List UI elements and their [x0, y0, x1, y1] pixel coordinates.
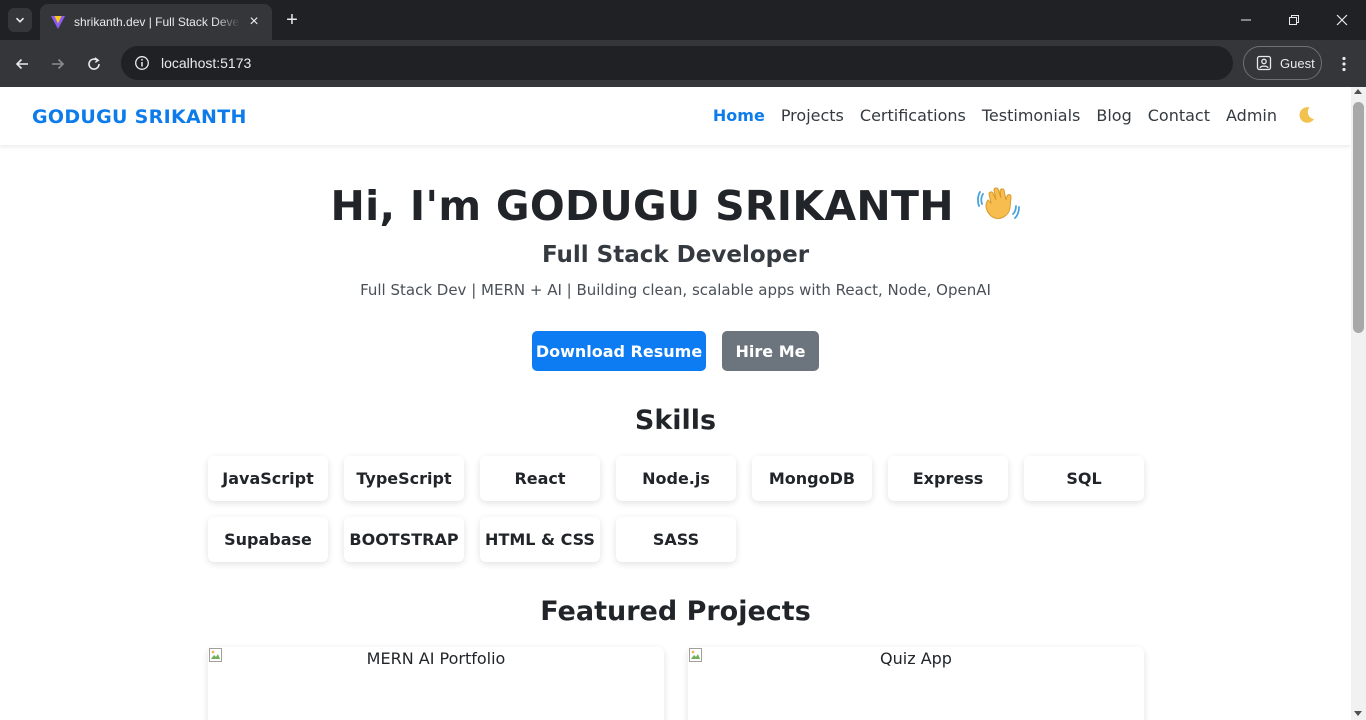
skill-card: BOOTSTRAP	[344, 517, 464, 562]
reload-icon	[88, 57, 100, 70]
close-icon	[1336, 14, 1348, 26]
browser-toolbar: localhost:5173 Guest	[0, 40, 1366, 87]
skill-card: TypeScript	[344, 456, 464, 501]
scroll-up-arrow-icon[interactable]	[1354, 89, 1362, 94]
site-brand[interactable]: GODUGU SRIKANTH	[32, 106, 247, 128]
project-image-alt: Quiz App	[880, 649, 952, 668]
restore-button[interactable]	[1270, 0, 1318, 40]
nav-link-admin[interactable]: Admin	[1226, 106, 1277, 125]
featured-projects-heading: Featured Projects	[540, 596, 811, 627]
project-image-alt: MERN AI Portfolio	[366, 649, 506, 668]
project-image: MERN AI Portfolio	[208, 647, 664, 673]
close-window-button[interactable]	[1318, 0, 1366, 40]
browser-tab-active[interactable]: shrikanth.dev | Full Stack Developer ×	[40, 4, 272, 40]
site-info-icon[interactable]	[131, 52, 153, 74]
skills-heading: Skills	[634, 405, 717, 436]
browser-tab-bar: shrikanth.dev | Full Stack Developer × +	[0, 0, 1366, 40]
hero-title-text: Hi, I'm GODUGU SRIKANTH	[330, 182, 954, 230]
window-controls	[1222, 0, 1366, 40]
guest-profile-icon	[1256, 55, 1272, 71]
profile-label: Guest	[1280, 55, 1315, 71]
moon-icon	[1299, 107, 1314, 123]
nav-link-contact[interactable]: Contact	[1148, 106, 1210, 125]
scroll-down-arrow-icon[interactable]	[1354, 711, 1362, 716]
hero-subtitle: Full Stack Developer	[541, 242, 810, 268]
nav-link-blog[interactable]: Blog	[1096, 106, 1131, 125]
hero-title: Hi, I'm GODUGU SRIKANTH	[0, 182, 1351, 236]
nav-link-testimonials[interactable]: Testimonials	[982, 106, 1081, 125]
site-navbar: GODUGU SRIKANTH Home Projects Certificat…	[0, 87, 1351, 145]
hero-tagline: Full Stack Dev | MERN + AI | Building cl…	[360, 281, 991, 299]
tab-search-button[interactable]	[8, 8, 32, 32]
nav-links: Home Projects Certifications Testimonial…	[713, 104, 1317, 126]
minimize-button[interactable]	[1222, 0, 1270, 40]
hire-me-button[interactable]: Hire Me	[722, 331, 819, 371]
url-text: localhost:5173	[161, 55, 252, 71]
page-scrollbar[interactable]	[1351, 87, 1366, 720]
page-viewport: GODUGU SRIKANTH Home Projects Certificat…	[0, 87, 1351, 720]
chevron-down-icon	[15, 17, 25, 23]
skill-card: Supabase	[208, 517, 328, 562]
waving-hand-icon	[976, 182, 1021, 236]
kebab-menu-icon	[1342, 56, 1346, 72]
address-bar[interactable]: localhost:5173	[121, 46, 1233, 80]
nav-link-home[interactable]: Home	[713, 106, 765, 125]
project-image: Quiz App	[688, 647, 1144, 673]
skill-card: SASS	[616, 517, 736, 562]
new-tab-button[interactable]: +	[280, 8, 304, 32]
skill-card: MongoDB	[752, 456, 872, 501]
nav-link-certifications[interactable]: Certifications	[860, 106, 966, 125]
browser-menu-button[interactable]	[1332, 50, 1356, 78]
skill-card: HTML & CSS	[480, 517, 600, 562]
restore-icon	[1289, 15, 1299, 25]
skill-card: Express	[888, 456, 1008, 501]
forward-button[interactable]	[44, 50, 72, 78]
download-resume-button[interactable]: Download Resume	[532, 331, 706, 371]
profile-button[interactable]: Guest	[1243, 46, 1322, 80]
skill-card: SQL	[1024, 456, 1144, 501]
minimize-icon	[1241, 19, 1251, 21]
info-icon	[135, 56, 149, 70]
theme-toggle-button[interactable]	[1295, 104, 1317, 126]
skill-card: JavaScript	[208, 456, 328, 501]
project-card[interactable]: MERN AI Portfolio	[208, 647, 664, 720]
vite-favicon-icon	[51, 16, 65, 29]
tab-title: shrikanth.dev | Full Stack Developer	[74, 15, 240, 29]
close-tab-icon[interactable]: ×	[246, 14, 262, 30]
skill-card: Node.js	[616, 456, 736, 501]
broken-image-icon	[209, 648, 222, 662]
scrollbar-thumb[interactable]	[1353, 102, 1364, 333]
forward-arrow-icon	[52, 58, 65, 70]
back-arrow-icon	[15, 58, 28, 70]
nav-link-projects[interactable]: Projects	[781, 106, 844, 125]
project-card[interactable]: Quiz App	[688, 647, 1144, 720]
reload-button[interactable]	[80, 50, 108, 78]
broken-image-icon	[689, 648, 702, 662]
back-button[interactable]	[8, 50, 36, 78]
skill-card: React	[480, 456, 600, 501]
